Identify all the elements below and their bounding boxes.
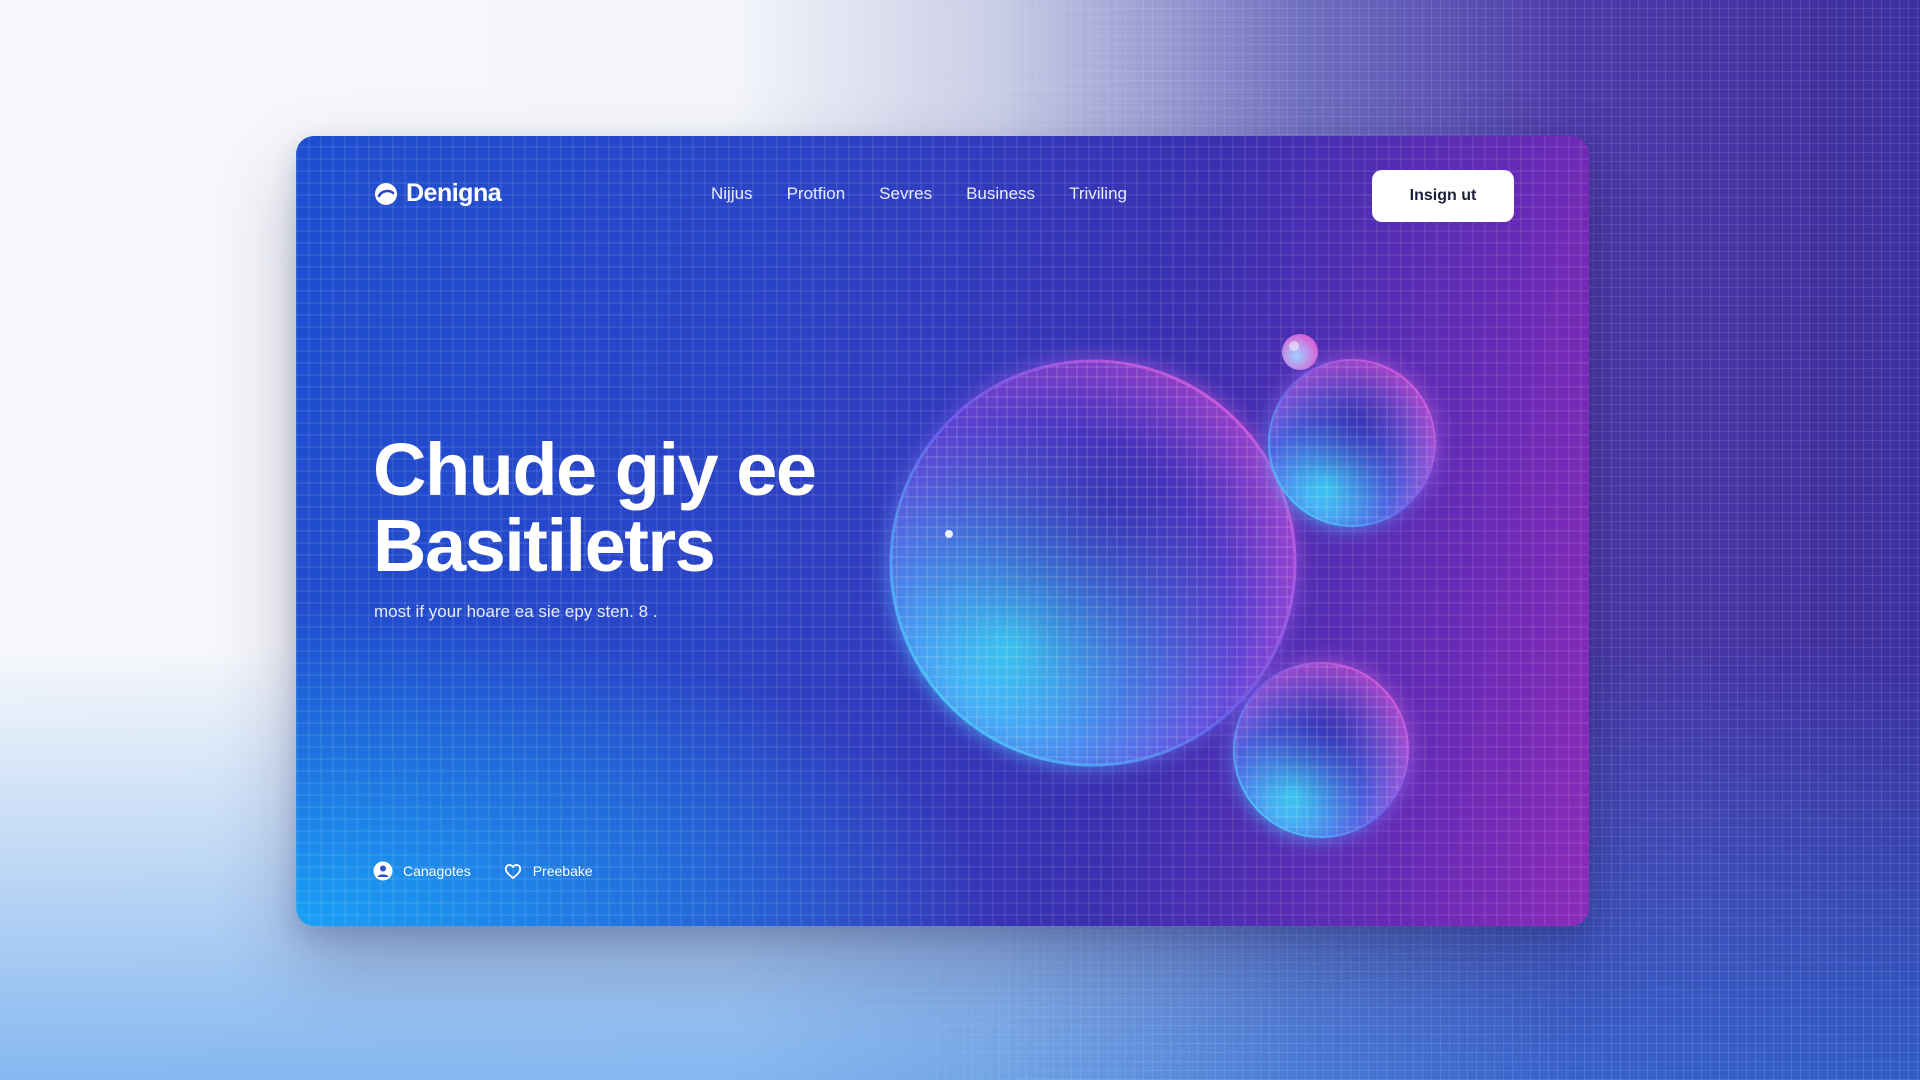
medium-sphere-bottom [1233, 662, 1409, 838]
tiny-sphere [1282, 334, 1318, 370]
nav-item-triviling[interactable]: Triviling [1052, 184, 1144, 204]
footer-link-label: Canagotes [403, 863, 471, 879]
sign-in-button[interactable]: Insign ut [1372, 170, 1514, 222]
nav-item-business[interactable]: Business [949, 184, 1052, 204]
landing-page-card: Denigna Nijjus Protfion Sevres Business … [296, 136, 1589, 926]
footer-link-preebake[interactable]: Preebake [503, 861, 593, 881]
user-circle-icon [373, 861, 393, 881]
hero-title-line-2: Basitiletrs [373, 504, 716, 587]
footer-links: Canagotes Preebake [373, 861, 593, 881]
footer-link-canagotes[interactable]: Canagotes [373, 861, 471, 881]
medium-sphere-top [1268, 359, 1436, 527]
nav-item-nijjus[interactable]: Nijjus [711, 184, 770, 204]
large-sphere [889, 359, 1297, 767]
main-nav: Nijjus Protfion Sevres Business Trivilin… [711, 184, 1144, 204]
hero-subtitle: most if your hoare ea sie epy sten. 8 . [374, 602, 658, 621]
hero-title-line-1: Chude giy ee [373, 428, 817, 511]
footer-link-label: Preebake [532, 863, 593, 879]
heart-outline-icon [504, 864, 521, 879]
nav-item-protfion[interactable]: Protfion [770, 184, 863, 204]
brand-logo[interactable]: Denigna [374, 179, 502, 208]
hero-title: Chude giy ee Basitiletrs [373, 428, 817, 587]
nav-item-sevres[interactable]: Sevres [862, 184, 949, 204]
brand-name: Denigna [406, 179, 502, 207]
swirl-logo-icon [375, 182, 397, 205]
